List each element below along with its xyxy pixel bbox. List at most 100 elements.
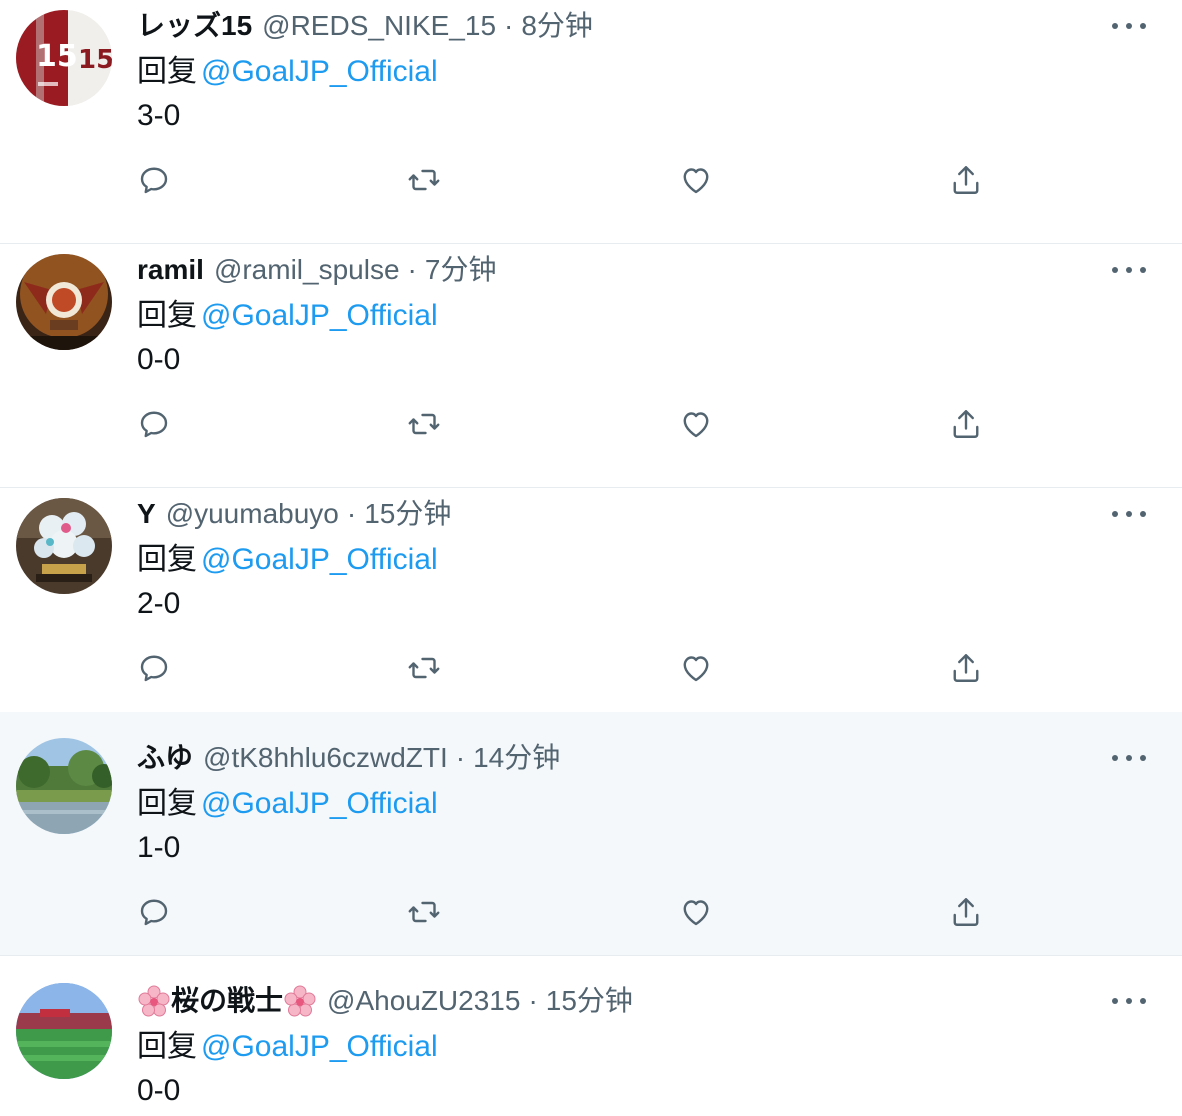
mention-link[interactable]: @GoalJP_Official — [201, 543, 438, 576]
reply-prefix: 回复 — [137, 1030, 197, 1063]
like-button[interactable] — [674, 646, 718, 690]
tweet-header: 桜の戦士 @AhouZU2315 · 15分钟 — [137, 981, 633, 1021]
retweet-button[interactable] — [402, 890, 446, 934]
more-options-button[interactable] — [1112, 989, 1146, 1013]
reply-icon — [140, 655, 168, 682]
like-button[interactable] — [674, 158, 718, 202]
reply-icon — [140, 411, 168, 438]
user-handle[interactable]: @tK8hhlu6czwdZTI — [203, 738, 448, 778]
display-name[interactable]: ふゆ — [137, 738, 193, 778]
mention-link[interactable]: @GoalJP_Official — [201, 1030, 438, 1063]
tweet-card[interactable]: 桜の戦士 @AhouZU2315 · 15分钟 回复 @GoalJP_Offic… — [0, 957, 1182, 1116]
display-name[interactable]: 桜の戦士 — [171, 981, 283, 1021]
stadium-avatar-icon — [16, 983, 112, 1079]
dot-icon — [1126, 755, 1132, 761]
share-button[interactable] — [944, 158, 988, 202]
like-button[interactable] — [674, 402, 718, 446]
share-button[interactable] — [944, 890, 988, 934]
reply-prefix: 回复 — [137, 787, 197, 820]
retweet-icon — [408, 657, 440, 679]
reply-context: 回复 @GoalJP_Official — [137, 784, 438, 824]
more-options-button[interactable] — [1112, 502, 1146, 526]
more-options-button[interactable] — [1112, 14, 1146, 38]
share-button[interactable] — [944, 402, 988, 446]
timestamp[interactable]: 14分钟 — [473, 738, 560, 778]
retweet-button[interactable] — [402, 646, 446, 690]
timestamp[interactable]: 15分钟 — [364, 494, 451, 534]
timestamp[interactable]: 15分钟 — [546, 981, 633, 1021]
dot-icon — [1126, 267, 1132, 273]
tweet-text: 2-0 — [137, 587, 181, 620]
svg-text:15: 15 — [78, 45, 112, 75]
mention-link[interactable]: @GoalJP_Official — [201, 787, 438, 820]
dot-icon — [1140, 755, 1146, 761]
tweet-card[interactable]: ramil @ramil_spulse · 7分钟 回复 @GoalJP_Offi… — [0, 244, 1182, 488]
like-button[interactable] — [674, 890, 718, 934]
reply-button[interactable] — [132, 890, 176, 934]
dot-icon — [1112, 23, 1118, 29]
dot-icon — [1126, 23, 1132, 29]
more-options-button[interactable] — [1112, 258, 1146, 282]
retweet-button[interactable] — [402, 158, 446, 202]
tweet-text: 0-0 — [137, 1074, 181, 1107]
dot-icon — [1126, 511, 1132, 517]
share-icon — [953, 410, 979, 438]
avatar[interactable] — [16, 498, 112, 594]
reply-icon — [140, 899, 168, 926]
svg-text:15: 15 — [36, 39, 78, 74]
display-name[interactable]: Y — [137, 494, 156, 534]
tweet-header: レッズ15 @REDS_NIKE_15 · 8分钟 — [137, 6, 593, 46]
mention-link[interactable]: @GoalJP_Official — [201, 55, 438, 88]
retweet-button[interactable] — [402, 402, 446, 446]
avatar[interactable] — [16, 983, 112, 1079]
crest-avatar-icon — [16, 254, 112, 350]
reply-context: 回复 @GoalJP_Official — [137, 1027, 438, 1067]
retweet-icon — [408, 169, 440, 191]
share-button[interactable] — [944, 646, 988, 690]
dot-icon — [1112, 998, 1118, 1004]
dot-icon — [1140, 998, 1146, 1004]
mention-link[interactable]: @GoalJP_Official — [201, 299, 438, 332]
landscape-avatar-icon — [16, 738, 112, 834]
more-options-button[interactable] — [1112, 746, 1146, 770]
dot-icon — [1126, 998, 1132, 1004]
separator-dot: · — [407, 254, 417, 285]
tweet-header: Y @yuumabuyo · 15分钟 — [137, 494, 451, 534]
separator-dot: · — [346, 498, 357, 529]
retweet-icon — [408, 413, 440, 435]
reply-context: 回复 @GoalJP_Official — [137, 52, 438, 92]
display-name[interactable]: レッズ15 — [137, 6, 252, 46]
avatar[interactable] — [16, 738, 112, 834]
tweet-card[interactable]: 15 15 レッズ15 @REDS_NIKE_15 · 8分钟 回复 @GoalJ… — [0, 0, 1182, 244]
share-icon — [953, 166, 979, 194]
retweet-icon — [408, 901, 440, 923]
reply-feed: 15 15 レッズ15 @REDS_NIKE_15 · 8分钟 回复 @GoalJ… — [0, 0, 1182, 1116]
figurine-avatar-icon — [16, 498, 112, 594]
user-handle[interactable]: @REDS_NIKE_15 — [262, 6, 496, 46]
share-icon — [953, 898, 979, 926]
user-handle[interactable]: @AhouZU2315 — [327, 981, 520, 1021]
tweet-card[interactable]: ふゆ @tK8hhlu6czwdZTI · 14分钟 回复 @GoalJP_Off… — [0, 712, 1182, 956]
reply-button[interactable] — [132, 402, 176, 446]
heart-icon — [683, 168, 709, 194]
tweet-header: ふゆ @tK8hhlu6czwdZTI · 14分钟 — [137, 738, 560, 778]
tweet-text: 0-0 — [137, 343, 181, 376]
tweet-header: ramil @ramil_spulse · 7分钟 — [137, 250, 496, 290]
reply-prefix: 回复 — [137, 55, 197, 88]
display-name[interactable]: ramil — [137, 250, 204, 290]
separator-dot: · — [455, 742, 466, 773]
avatar[interactable]: 15 15 — [16, 10, 112, 106]
jersey-avatar-icon: 15 15 — [16, 10, 112, 106]
tweet-card[interactable]: Y @yuumabuyo · 15分钟 回复 @GoalJP_Official 2… — [0, 488, 1182, 732]
timestamp[interactable]: 8分钟 — [521, 6, 593, 46]
user-handle[interactable]: @ramil_spulse — [214, 250, 400, 290]
cherry-blossom-icon — [283, 984, 317, 1018]
reply-prefix: 回复 — [137, 299, 197, 332]
avatar[interactable] — [16, 254, 112, 350]
timestamp[interactable]: 7分钟 — [425, 250, 497, 290]
dot-icon — [1140, 511, 1146, 517]
reply-button[interactable] — [132, 158, 176, 202]
user-handle[interactable]: @yuumabuyo — [166, 494, 339, 534]
tweet-text: 3-0 — [137, 99, 181, 132]
reply-button[interactable] — [132, 646, 176, 690]
